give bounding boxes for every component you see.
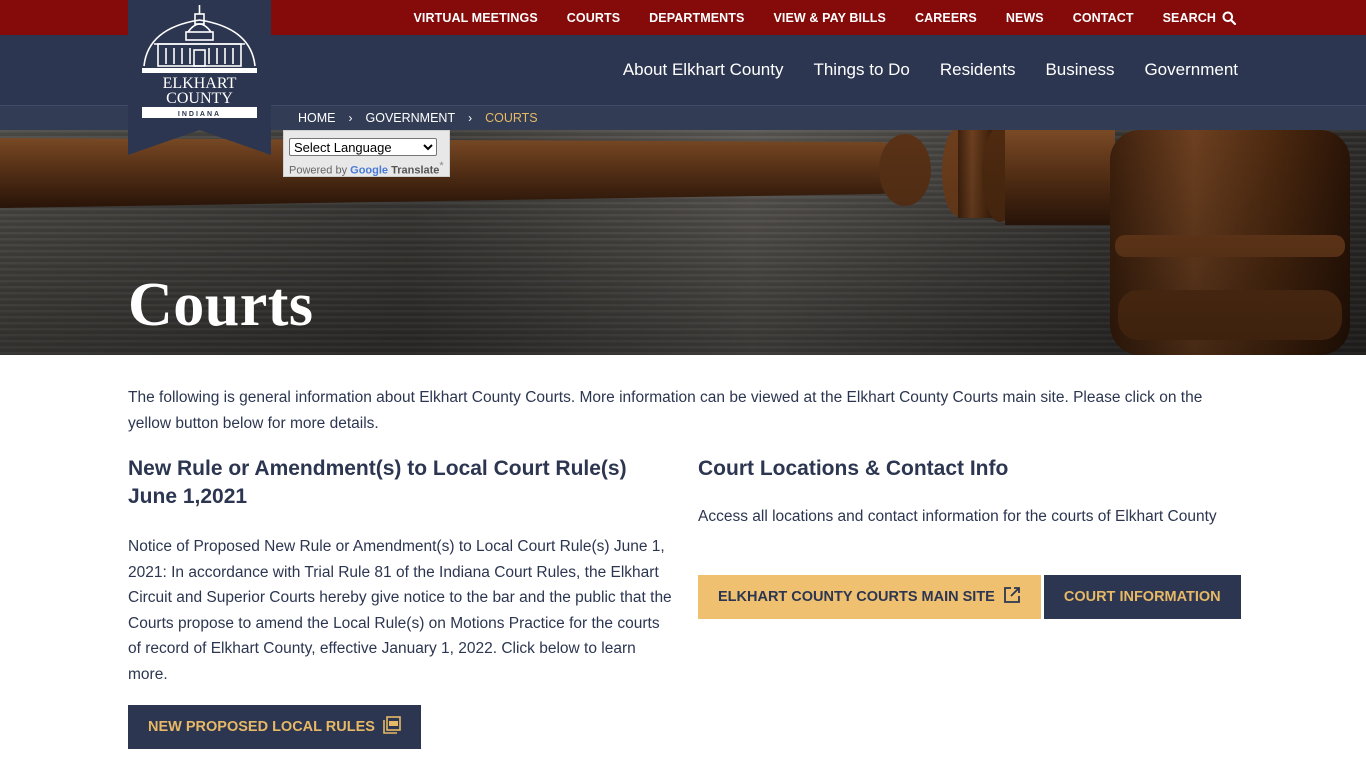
search-button[interactable]: SEARCH <box>1162 10 1237 25</box>
breadcrumb-home[interactable]: HOME <box>298 111 336 125</box>
logo-line-2: COUNTY <box>166 90 233 107</box>
main-nav-about[interactable]: About Elkhart County <box>623 60 784 80</box>
utility-nav: VIRTUAL MEETINGS COURTS DEPARTMENTS VIEW… <box>384 0 1237 35</box>
breadcrumb-current: COURTS <box>485 110 538 125</box>
page-title: Courts <box>128 271 314 339</box>
courts-main-site-button[interactable]: ELKHART COUNTY COURTS MAIN SITE <box>698 575 1041 619</box>
main-nav-government[interactable]: Government <box>1144 60 1238 80</box>
main-nav-residents[interactable]: Residents <box>940 60 1016 80</box>
new-proposed-local-rules-label: NEW PROPOSED LOCAL RULES <box>148 719 375 735</box>
translate-attribution: Powered by Google Translate* <box>289 160 444 177</box>
main-nav: About Elkhart County Things to Do Reside… <box>593 35 1238 105</box>
asterisk-icon: * <box>439 160 444 172</box>
local-rules-actions: NEW PROPOSED LOCAL RULES <box>128 705 421 749</box>
utility-link-news[interactable]: NEWS <box>1006 11 1044 25</box>
hero-banner: Courts <box>0 130 1366 355</box>
powered-by-text: Powered by <box>289 164 348 177</box>
main-nav-business[interactable]: Business <box>1045 60 1114 80</box>
translate-widget: Select Language Powered by Google Transl… <box>283 130 450 177</box>
main-nav-things-to-do[interactable]: Things to Do <box>813 60 909 80</box>
utility-link-departments[interactable]: DEPARTMENTS <box>649 11 744 25</box>
language-select[interactable]: Select Language <box>289 138 437 156</box>
google-wordmark: Google <box>350 164 389 177</box>
search-label: SEARCH <box>1162 10 1216 25</box>
breadcrumb-separator-icon: › <box>348 110 353 125</box>
intro-text: The following is general information abo… <box>128 389 1203 432</box>
utility-link-virtual-meetings[interactable]: VIRTUAL MEETINGS <box>413 11 537 25</box>
courts-main-site-label: ELKHART COUNTY COURTS MAIN SITE <box>718 589 995 605</box>
court-information-button[interactable]: COURT INFORMATION <box>1043 575 1241 619</box>
google-logo-text: Google <box>350 165 391 177</box>
pdf-icon <box>383 716 401 738</box>
court-information-label: COURT INFORMATION <box>1063 589 1221 605</box>
court-locations-heading: Court Locations & Contact Info <box>698 457 1009 480</box>
new-proposed-local-rules-button[interactable]: NEW PROPOSED LOCAL RULES <box>128 705 421 749</box>
breadcrumb: HOME › GOVERNMENT › COURTS <box>298 105 538 130</box>
local-rules-section: New Rule or Amendment(s) to Local Court … <box>128 455 673 687</box>
utility-link-careers[interactable]: CAREERS <box>915 11 977 25</box>
county-logo[interactable]: ELKHART COUNTY INDIANA <box>128 0 271 155</box>
utility-link-contact[interactable]: CONTACT <box>1073 11 1134 25</box>
utility-link-courts[interactable]: COURTS <box>567 11 620 25</box>
local-rules-heading: New Rule or Amendment(s) to Local Court … <box>128 457 627 508</box>
external-link-icon <box>1003 586 1021 608</box>
breadcrumb-government[interactable]: GOVERNMENT <box>366 111 456 125</box>
utility-link-view-pay-bills[interactable]: VIEW & PAY BILLS <box>773 11 886 25</box>
local-rules-body: Notice of Proposed New Rule or Amendment… <box>128 538 672 683</box>
search-icon <box>1222 11 1237 25</box>
breadcrumb-separator-icon: › <box>468 110 473 125</box>
court-locations-actions: ELKHART COUNTY COURTS MAIN SITE COURT IN… <box>698 575 1241 619</box>
court-locations-body: Access all locations and contact informa… <box>698 508 1217 525</box>
court-locations-section: Court Locations & Contact Info Access al… <box>698 455 1238 530</box>
logo-line-3: INDIANA <box>178 111 221 118</box>
translate-link[interactable]: Translate <box>391 165 439 177</box>
